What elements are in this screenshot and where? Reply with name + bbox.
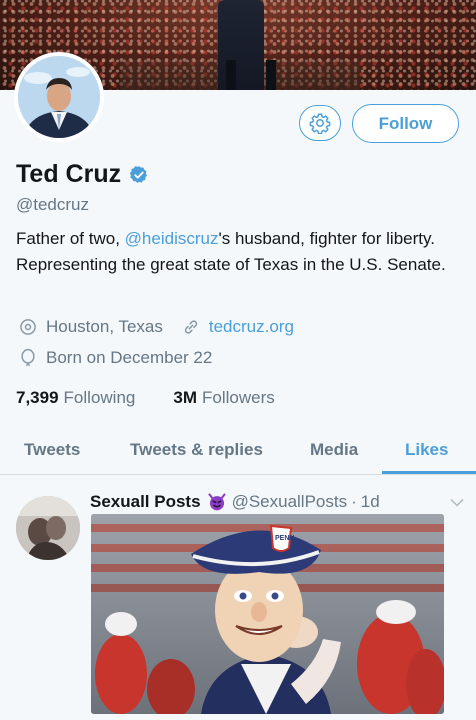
followers-count: 3M bbox=[173, 388, 197, 407]
profile-handle: @tedcruz bbox=[16, 195, 90, 214]
location-pin-icon bbox=[20, 319, 36, 335]
tab-media[interactable]: Media bbox=[310, 425, 358, 475]
profile-name: Ted Cruz bbox=[16, 160, 122, 188]
profile-name-row: Ted Cruz bbox=[16, 160, 149, 189]
active-tab-indicator bbox=[382, 471, 476, 474]
devil-emoji-icon bbox=[208, 493, 226, 511]
profile-birthday-row: Born on December 22 bbox=[18, 348, 212, 368]
post-timestamp[interactable]: 1d bbox=[361, 492, 380, 512]
tab-tweets[interactable]: Tweets bbox=[24, 425, 80, 475]
following-stat[interactable]: 7,399 Following bbox=[16, 388, 135, 408]
verified-badge-icon bbox=[129, 165, 148, 183]
bio-text-start: Father of two, bbox=[16, 229, 125, 248]
post-header: Sexuall Posts @SexuallPosts · 1d bbox=[90, 492, 380, 512]
settings-button[interactable] bbox=[299, 105, 341, 141]
post-author-avatar[interactable] bbox=[16, 496, 80, 560]
profile-stats: 7,399 Following 3M Followers bbox=[16, 388, 275, 408]
tab-likes[interactable]: Likes bbox=[405, 425, 448, 475]
liked-tweet[interactable]: Sexuall Posts @SexuallPosts · 1d PENN bbox=[0, 476, 476, 720]
chevron-down-icon[interactable] bbox=[450, 498, 464, 508]
gear-icon bbox=[309, 113, 331, 134]
tab-tweets-and-replies[interactable]: Tweets & replies bbox=[130, 425, 263, 475]
following-count: 7,399 bbox=[16, 388, 59, 407]
profile-bio: Father of two, @heidiscruz's husband, fi… bbox=[16, 226, 466, 278]
profile-website-link[interactable]: tedcruz.org bbox=[209, 317, 294, 337]
balloon-icon bbox=[21, 348, 35, 367]
follow-button[interactable]: Follow bbox=[352, 104, 459, 143]
speaker-figure bbox=[218, 0, 276, 90]
profile-location: Houston, Texas bbox=[46, 317, 163, 336]
post-author-name[interactable]: Sexuall Posts bbox=[90, 492, 201, 512]
profile-birthday: Born on December 22 bbox=[46, 348, 213, 367]
post-media-image[interactable]: PENN bbox=[91, 514, 444, 714]
bio-mention-link[interactable]: @heidiscruz bbox=[125, 229, 219, 248]
link-icon bbox=[184, 320, 198, 334]
followers-stat[interactable]: 3M Followers bbox=[173, 388, 274, 408]
profile-avatar[interactable] bbox=[14, 52, 104, 142]
post-author-handle[interactable]: @SexuallPosts bbox=[232, 492, 348, 512]
profile-location-row: Houston, Texas tedcruz.org bbox=[18, 317, 294, 337]
profile-tabs: Tweets Tweets & replies Media Likes bbox=[0, 425, 476, 475]
followers-label: Followers bbox=[201, 388, 275, 407]
svg-text:PENN: PENN bbox=[275, 535, 294, 542]
following-label: Following bbox=[63, 388, 136, 407]
post-separator: · bbox=[351, 492, 357, 511]
